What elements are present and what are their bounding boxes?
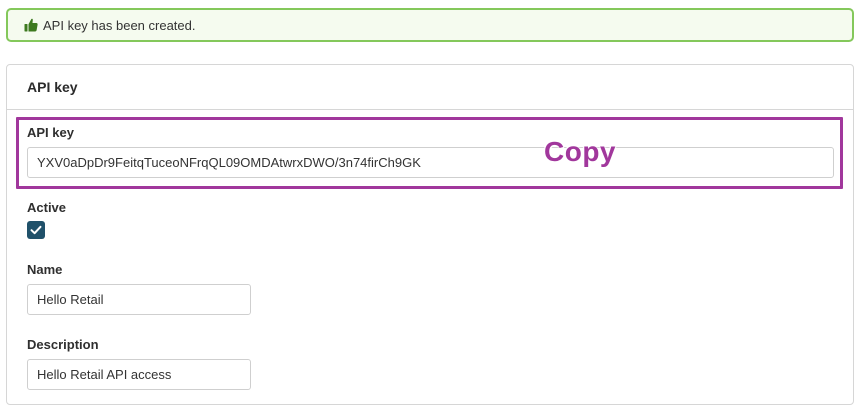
thumbs-up-icon bbox=[24, 18, 38, 32]
copy-annotation: Copy bbox=[544, 136, 616, 167]
name-input[interactable] bbox=[27, 284, 251, 315]
api-key-input[interactable] bbox=[27, 147, 834, 178]
description-label: Description bbox=[27, 337, 99, 352]
alert-message: API key has been created. bbox=[43, 17, 196, 33]
description-input[interactable] bbox=[27, 359, 251, 390]
api-key-card: API key API key Copy Active Name Descrip… bbox=[6, 64, 854, 405]
success-alert: API key has been created. bbox=[6, 8, 854, 42]
card-title: API key bbox=[7, 65, 853, 110]
checkmark-icon bbox=[30, 225, 42, 235]
active-label: Active bbox=[27, 200, 67, 215]
name-label: Name bbox=[27, 262, 63, 277]
api-key-label: API key bbox=[27, 125, 74, 140]
active-checkbox[interactable] bbox=[27, 221, 45, 239]
